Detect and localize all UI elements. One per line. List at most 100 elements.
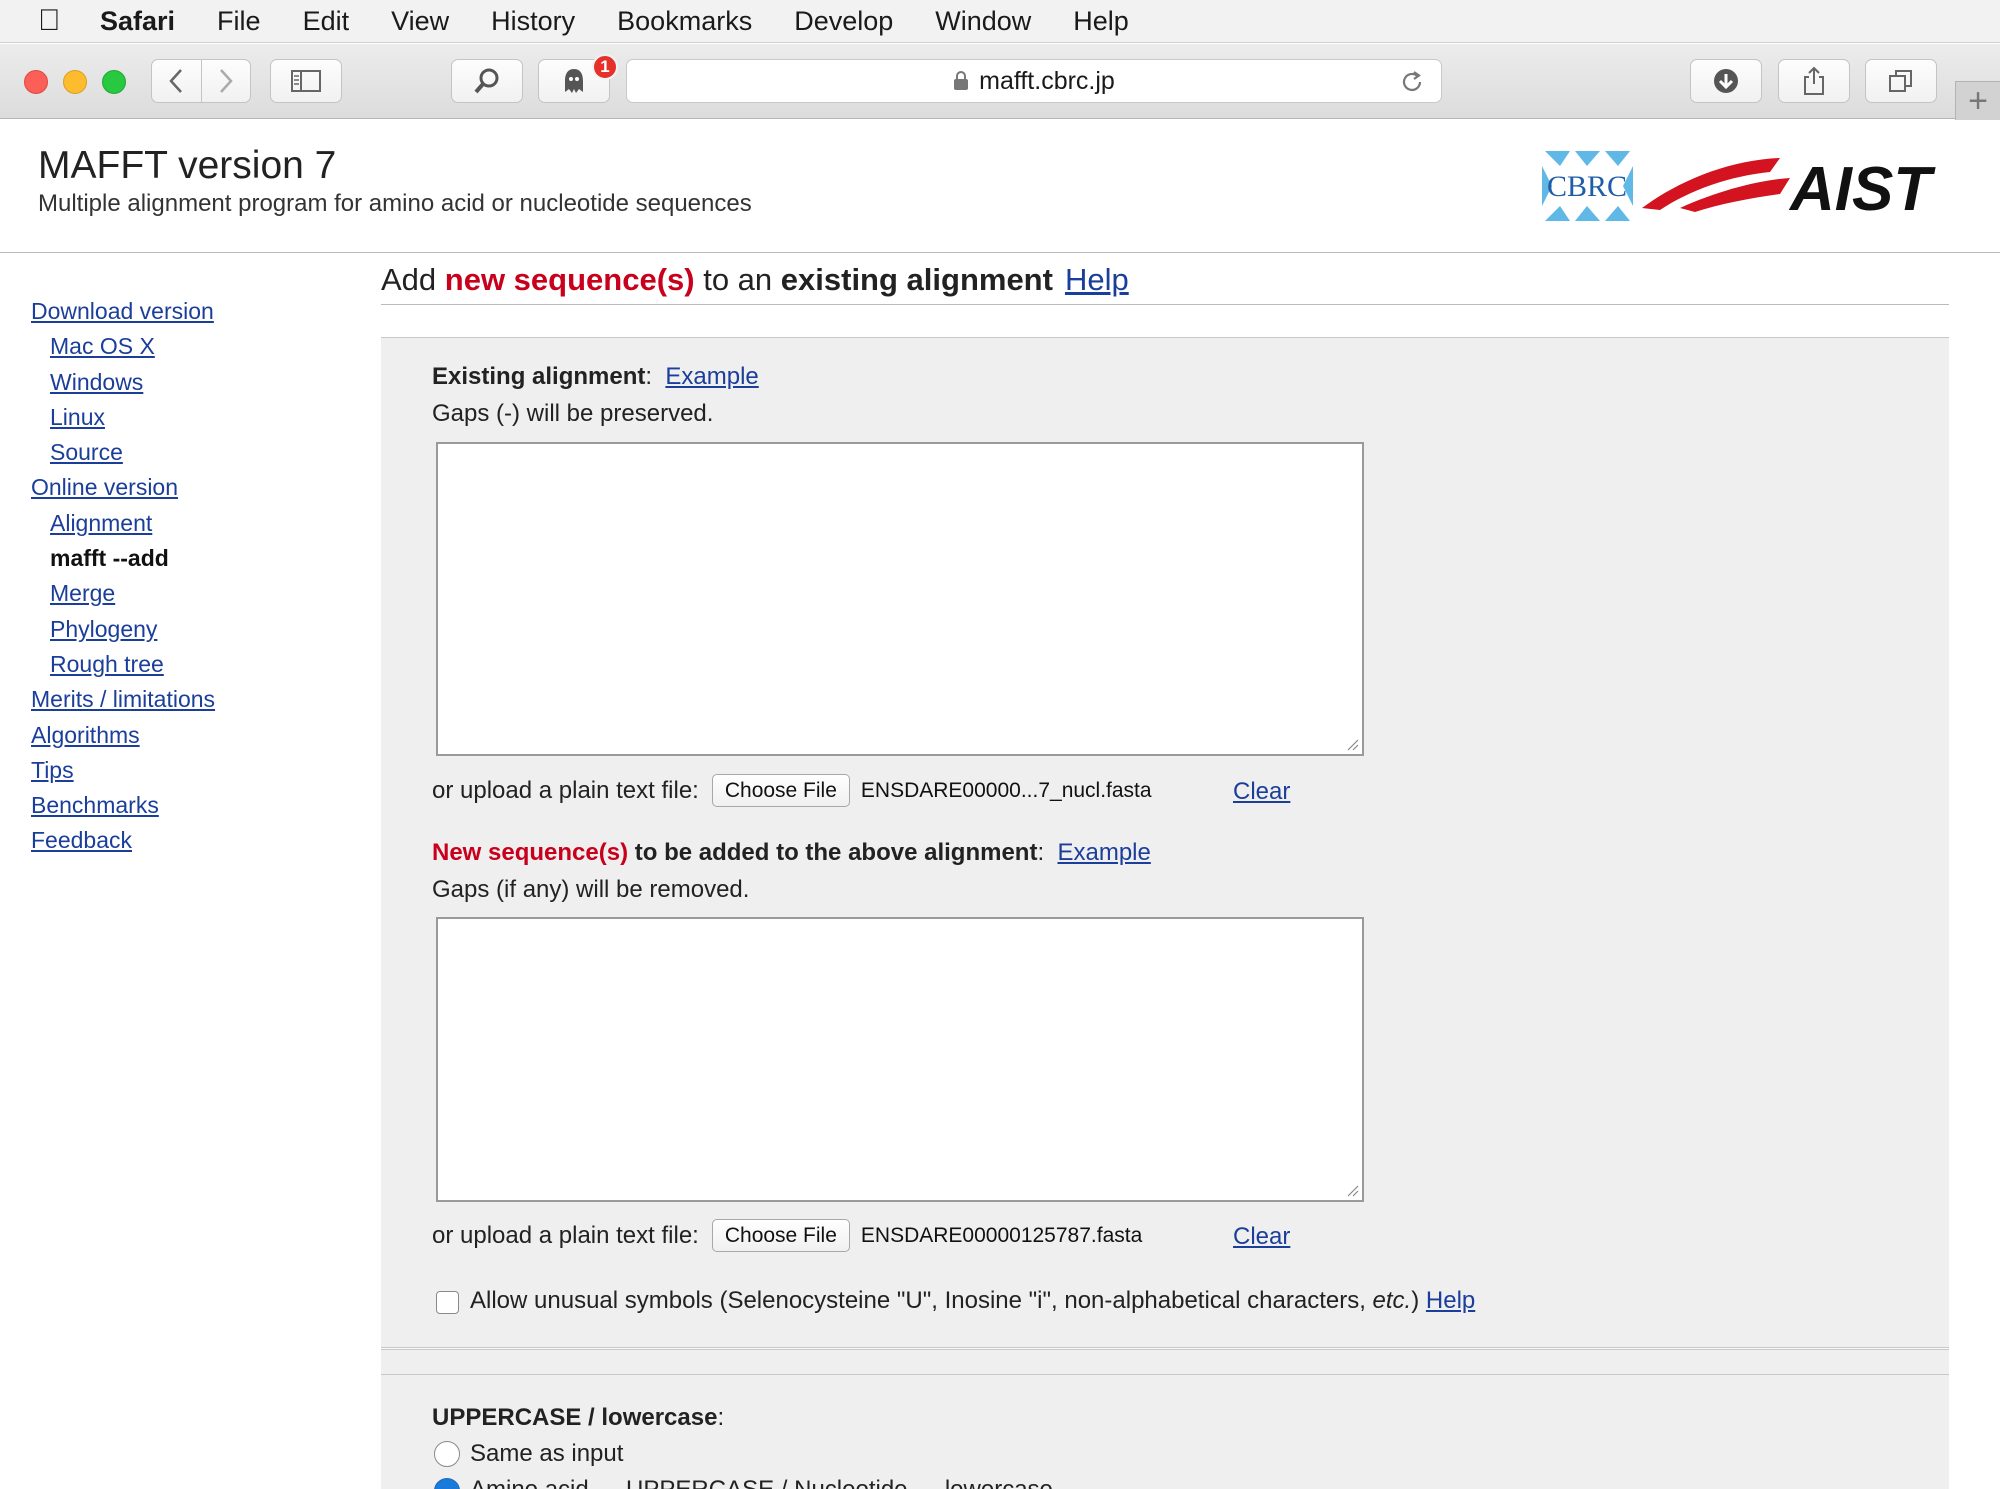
sidebar-nav: Download version Mac OS X Windows Linux … [31,294,331,859]
chevron-left-icon [169,69,183,93]
case-label-row: UPPERCASE / lowercase: [432,1404,724,1432]
notification-badge: 1 [592,54,618,80]
sidebar-toggle-button[interactable] [270,59,342,103]
unusual-text-pre: Allow unusual symbols (Selenocysteine "U… [470,1287,1373,1314]
allow-unusual-symbols-checkbox[interactable] [436,1291,459,1314]
sidebar-item-tips[interactable]: Tips [31,753,331,788]
heading-part-add: Add [381,262,445,297]
sidebar-icon [291,70,321,92]
sidebar-item-mafft-add-current: mafft --add [50,545,169,572]
panel-separator [381,1347,1949,1350]
sidebar-item-merge[interactable]: Merge [31,576,331,611]
cbrc-logo: CBRC [1542,151,1633,221]
sidebar-item-source[interactable]: Source [31,435,331,470]
sidebar-item-linux[interactable]: Linux [31,400,331,435]
url-text: mafft.cbrc.jp [979,66,1115,95]
close-window-button[interactable] [24,70,48,94]
minimize-window-button[interactable] [63,70,87,94]
sidebar-item-alignment[interactable]: Alignment [31,506,331,541]
unusual-help-link[interactable]: Help [1426,1287,1475,1314]
unusual-text-etc: etc. [1372,1287,1412,1314]
new-tab-button[interactable]: + [1955,81,2000,120]
case-same-as-input-radio[interactable] [434,1441,460,1467]
menu-window[interactable]: Window [935,6,1031,37]
new-sequences-colon: : [1037,839,1045,866]
existing-example-link[interactable]: Example [665,363,758,390]
share-icon [1804,66,1824,95]
menu-bookmarks[interactable]: Bookmarks [617,6,752,37]
sidebar-item-download-version[interactable]: Download version [31,294,331,329]
menu-edit[interactable]: Edit [303,6,350,37]
sidebar-item-phylogeny[interactable]: Phylogeny [31,612,331,647]
sidebar-item-feedback[interactable]: Feedback [31,823,331,858]
sidebar-item-online-version[interactable]: Online version [31,470,331,505]
chevron-right-icon [219,69,233,93]
back-forward-group [151,59,251,103]
search-extension-button[interactable] [451,59,523,103]
address-bar[interactable]: mafft.cbrc.jp [626,59,1442,103]
download-icon [1714,69,1738,93]
new-sequences-note: Gaps (if any) will be removed. [432,876,750,903]
aist-logo-text: AIST [1788,155,1936,220]
existing-upload-row: or upload a plain text file: Choose File… [432,774,1152,807]
heading-existing-alignment: existing alignment [780,262,1053,297]
section-heading: Add new sequence(s) to an existing align… [381,262,1129,298]
heading-divider [381,304,1949,305]
menu-bar:  Safari File Edit View History Bookmark… [0,0,2000,43]
new-sequences-clear-link[interactable]: Clear [1233,1223,1290,1251]
existing-alignment-label-row: Existing alignment: Example [432,363,759,391]
sidebar-item-windows[interactable]: Windows [31,365,331,400]
share-button[interactable] [1778,59,1850,103]
existing-alignment-note: Gaps (-) will be preserved. [432,400,714,427]
existing-choose-file-button[interactable]: Choose File [711,774,850,807]
sidebar-item-mac-os-x[interactable]: Mac OS X [31,329,331,364]
new-sequences-label: to be added to the above alignment [628,839,1038,866]
site-header: MAFFT version 7 Multiple alignment progr… [0,120,2000,253]
ghost-icon [565,69,583,93]
new-sequences-label-red: New sequence(s) [432,839,629,866]
sidebar-item-merits-limitations[interactable]: Merits / limitations [31,682,331,717]
downloads-button[interactable] [1690,59,1762,103]
menu-develop[interactable]: Develop [794,6,893,37]
menu-app-safari[interactable]: Safari [100,6,175,37]
resize-grip-icon[interactable] [1345,737,1359,751]
heading-new-sequences: new sequence(s) [444,262,695,297]
sidebar-item-benchmarks[interactable]: Benchmarks [31,788,331,823]
web-page: MAFFT version 7 Multiple alignment progr… [0,120,2000,1489]
existing-alignment-textarea[interactable] [436,442,1364,756]
existing-upload-label: or upload a plain text file: [432,776,699,804]
menu-history[interactable]: History [491,6,575,37]
new-sequences-upload-label: or upload a plain text file: [432,1221,699,1249]
case-same-as-input-label: Same as input [470,1440,624,1467]
new-sequences-upload-row: or upload a plain text file: Choose File… [432,1219,1142,1252]
aist-logo: AIST [1642,155,1936,220]
zoom-window-button[interactable] [102,70,126,94]
case-amino-upper-label: Amino acid → UPPERCASE / Nucleotide → lo… [470,1476,1053,1489]
tabs-icon [1889,70,1912,92]
existing-alignment-label: Existing alignment [432,363,646,390]
menu-view[interactable]: View [391,6,449,37]
existing-clear-link[interactable]: Clear [1233,778,1290,806]
case-label: UPPERCASE / lowercase [432,1404,718,1431]
new-sequences-file-name: ENSDARE00000125787.fasta [860,1223,1143,1247]
tab-overview-button[interactable] [1865,59,1937,103]
sidebar-item-rough-tree[interactable]: Rough tree [31,647,331,682]
lock-icon [954,71,969,90]
new-sequences-textarea[interactable] [436,917,1364,1202]
page-subtitle: Multiple alignment program for amino aci… [38,190,752,217]
back-button[interactable] [152,60,202,102]
sidebar-item-algorithms[interactable]: Algorithms [31,718,331,753]
apple-menu-icon[interactable]:  [0,4,61,38]
existing-alignment-colon: : [645,363,653,390]
case-colon: : [717,1404,725,1431]
browser-toolbar: 1 mafft.cbrc.jp + [0,44,2000,120]
heading-help-link[interactable]: Help [1065,262,1129,297]
forward-button[interactable] [202,60,251,102]
reload-icon[interactable] [1399,68,1425,96]
new-sequences-example-link[interactable]: Example [1057,839,1150,866]
menu-help[interactable]: Help [1073,6,1129,37]
menu-file[interactable]: File [217,6,261,37]
resize-grip-icon[interactable] [1345,1183,1359,1197]
new-sequences-choose-file-button[interactable]: Choose File [711,1219,850,1252]
allow-unusual-symbols-label: Allow unusual symbols (Selenocysteine "U… [470,1287,1475,1315]
